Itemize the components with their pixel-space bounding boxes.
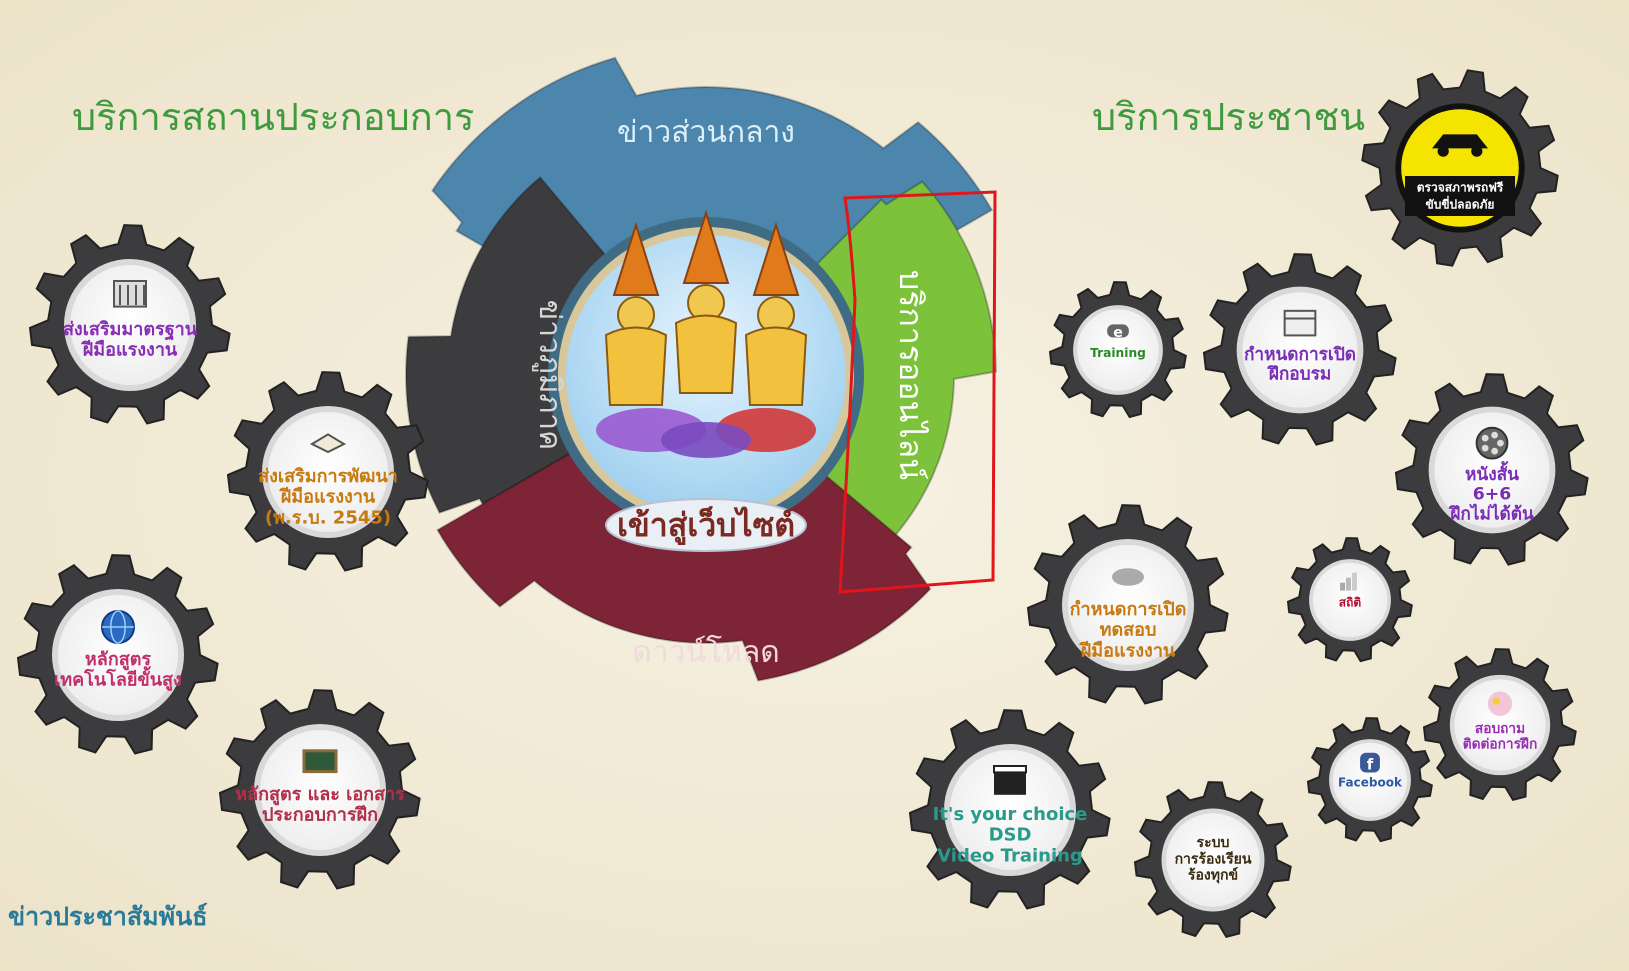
left-service-gear-4-label: หลักสูตร และ เอกสาร (235, 784, 405, 806)
right-service-gear-9-label: It's your choice (933, 804, 1088, 825)
right-service-gear-4-label: กำหนดการเปิด (1070, 599, 1187, 620)
left-service-gear-1-label: ส่งเสริมมาตรฐาน (63, 319, 198, 341)
right-service-gear-3-label: หนังสั้น (1465, 461, 1519, 485)
cloud-tools-icon (1112, 568, 1144, 586)
right-service-gear-7-label: Facebook (1338, 776, 1403, 790)
globe-icon (101, 610, 135, 644)
facebook-icon: f (1360, 752, 1380, 774)
building-chart-icon (113, 280, 147, 308)
right-service-gear-8-label: ระบบ (1197, 835, 1230, 851)
left-service-gear-3-label: หลักสูตร (85, 649, 151, 671)
clapperboard-icon (993, 765, 1027, 795)
right-service-gear-5-label: สถิติ (1339, 596, 1362, 610)
left-service-gear-2-label: ส่งเสริมการพัฒนา (258, 466, 398, 487)
right-service-gear-9-label: Video Training (937, 845, 1083, 866)
left-service-gear-4-label: ประกอบการฝึก (262, 805, 378, 826)
svg-text:f: f (1367, 756, 1374, 774)
left-service-gear-3-label: เทคโนโลยีขั้นสูง (54, 666, 182, 692)
right-service-gear-3-label: ฝึกไม่ได้ต้น (1448, 504, 1533, 525)
right-service-gear-2-label: ฝึกอบรม (1267, 365, 1331, 385)
gear-menu-stage: บริการสถานประกอบการ บริการประชาชน ข่าวปร… (0, 0, 1629, 971)
badge-line2: ขับขี่ปลอดภัย (1426, 196, 1495, 212)
right-section-title: บริการประชาชน (1092, 95, 1365, 139)
svg-text:e: e (1113, 325, 1123, 341)
online-services-label[interactable]: บริการออนไลน์ (892, 270, 930, 480)
enter-website-button[interactable]: เข้าสู่เว็บไซต์ (617, 505, 795, 546)
badge-line1: ตรวจสภาพรถฟรี (1417, 181, 1504, 195)
flower-photo-icon (1487, 691, 1513, 716)
news-central-label[interactable]: ข่าวส่วนกลาง (617, 115, 795, 150)
right-service-gear-6-label: สอบถาม (1475, 721, 1525, 737)
right-service-gear-3-label: 6+6 (1473, 485, 1512, 505)
left-service-gear-2-label: ฝีมือแรงงาน (278, 487, 376, 508)
calendar-icon (1283, 309, 1317, 337)
right-service-gear-8-label: การร้องเรียน (1175, 851, 1252, 867)
right-service-gear-6-label: ติดต่อการฝึก (1463, 737, 1537, 753)
right-service-gear-4-label: ฝีมือแรงงาน (1078, 640, 1176, 661)
left-section-title: บริการสถานประกอบการ (72, 95, 474, 139)
right-service-gear-9-label: DSD (989, 825, 1032, 846)
film-reel-icon (1475, 426, 1509, 460)
right-service-gear-4-label: ทดสอบ (1100, 620, 1157, 641)
chalkboard-icon (302, 749, 338, 774)
right-service-gear-8-label: ร้องทุกข์ (1188, 866, 1238, 883)
news-regional-label[interactable]: ข่าวภูมิภาค (532, 300, 567, 450)
right-service-gear-2-label: กำหนดการเปิด (1244, 345, 1356, 365)
right-service-gear-1-label: Training (1090, 346, 1146, 360)
news-link[interactable]: ข่าวประชาสัมพันธ์ (8, 902, 207, 931)
left-service-gear-1-label: ฝีมือแรงงาน (80, 340, 178, 361)
left-service-gear-2-label: (พ.ร.บ. 2545) (265, 507, 391, 528)
download-label[interactable]: ดาวน์โหลด (632, 634, 779, 670)
